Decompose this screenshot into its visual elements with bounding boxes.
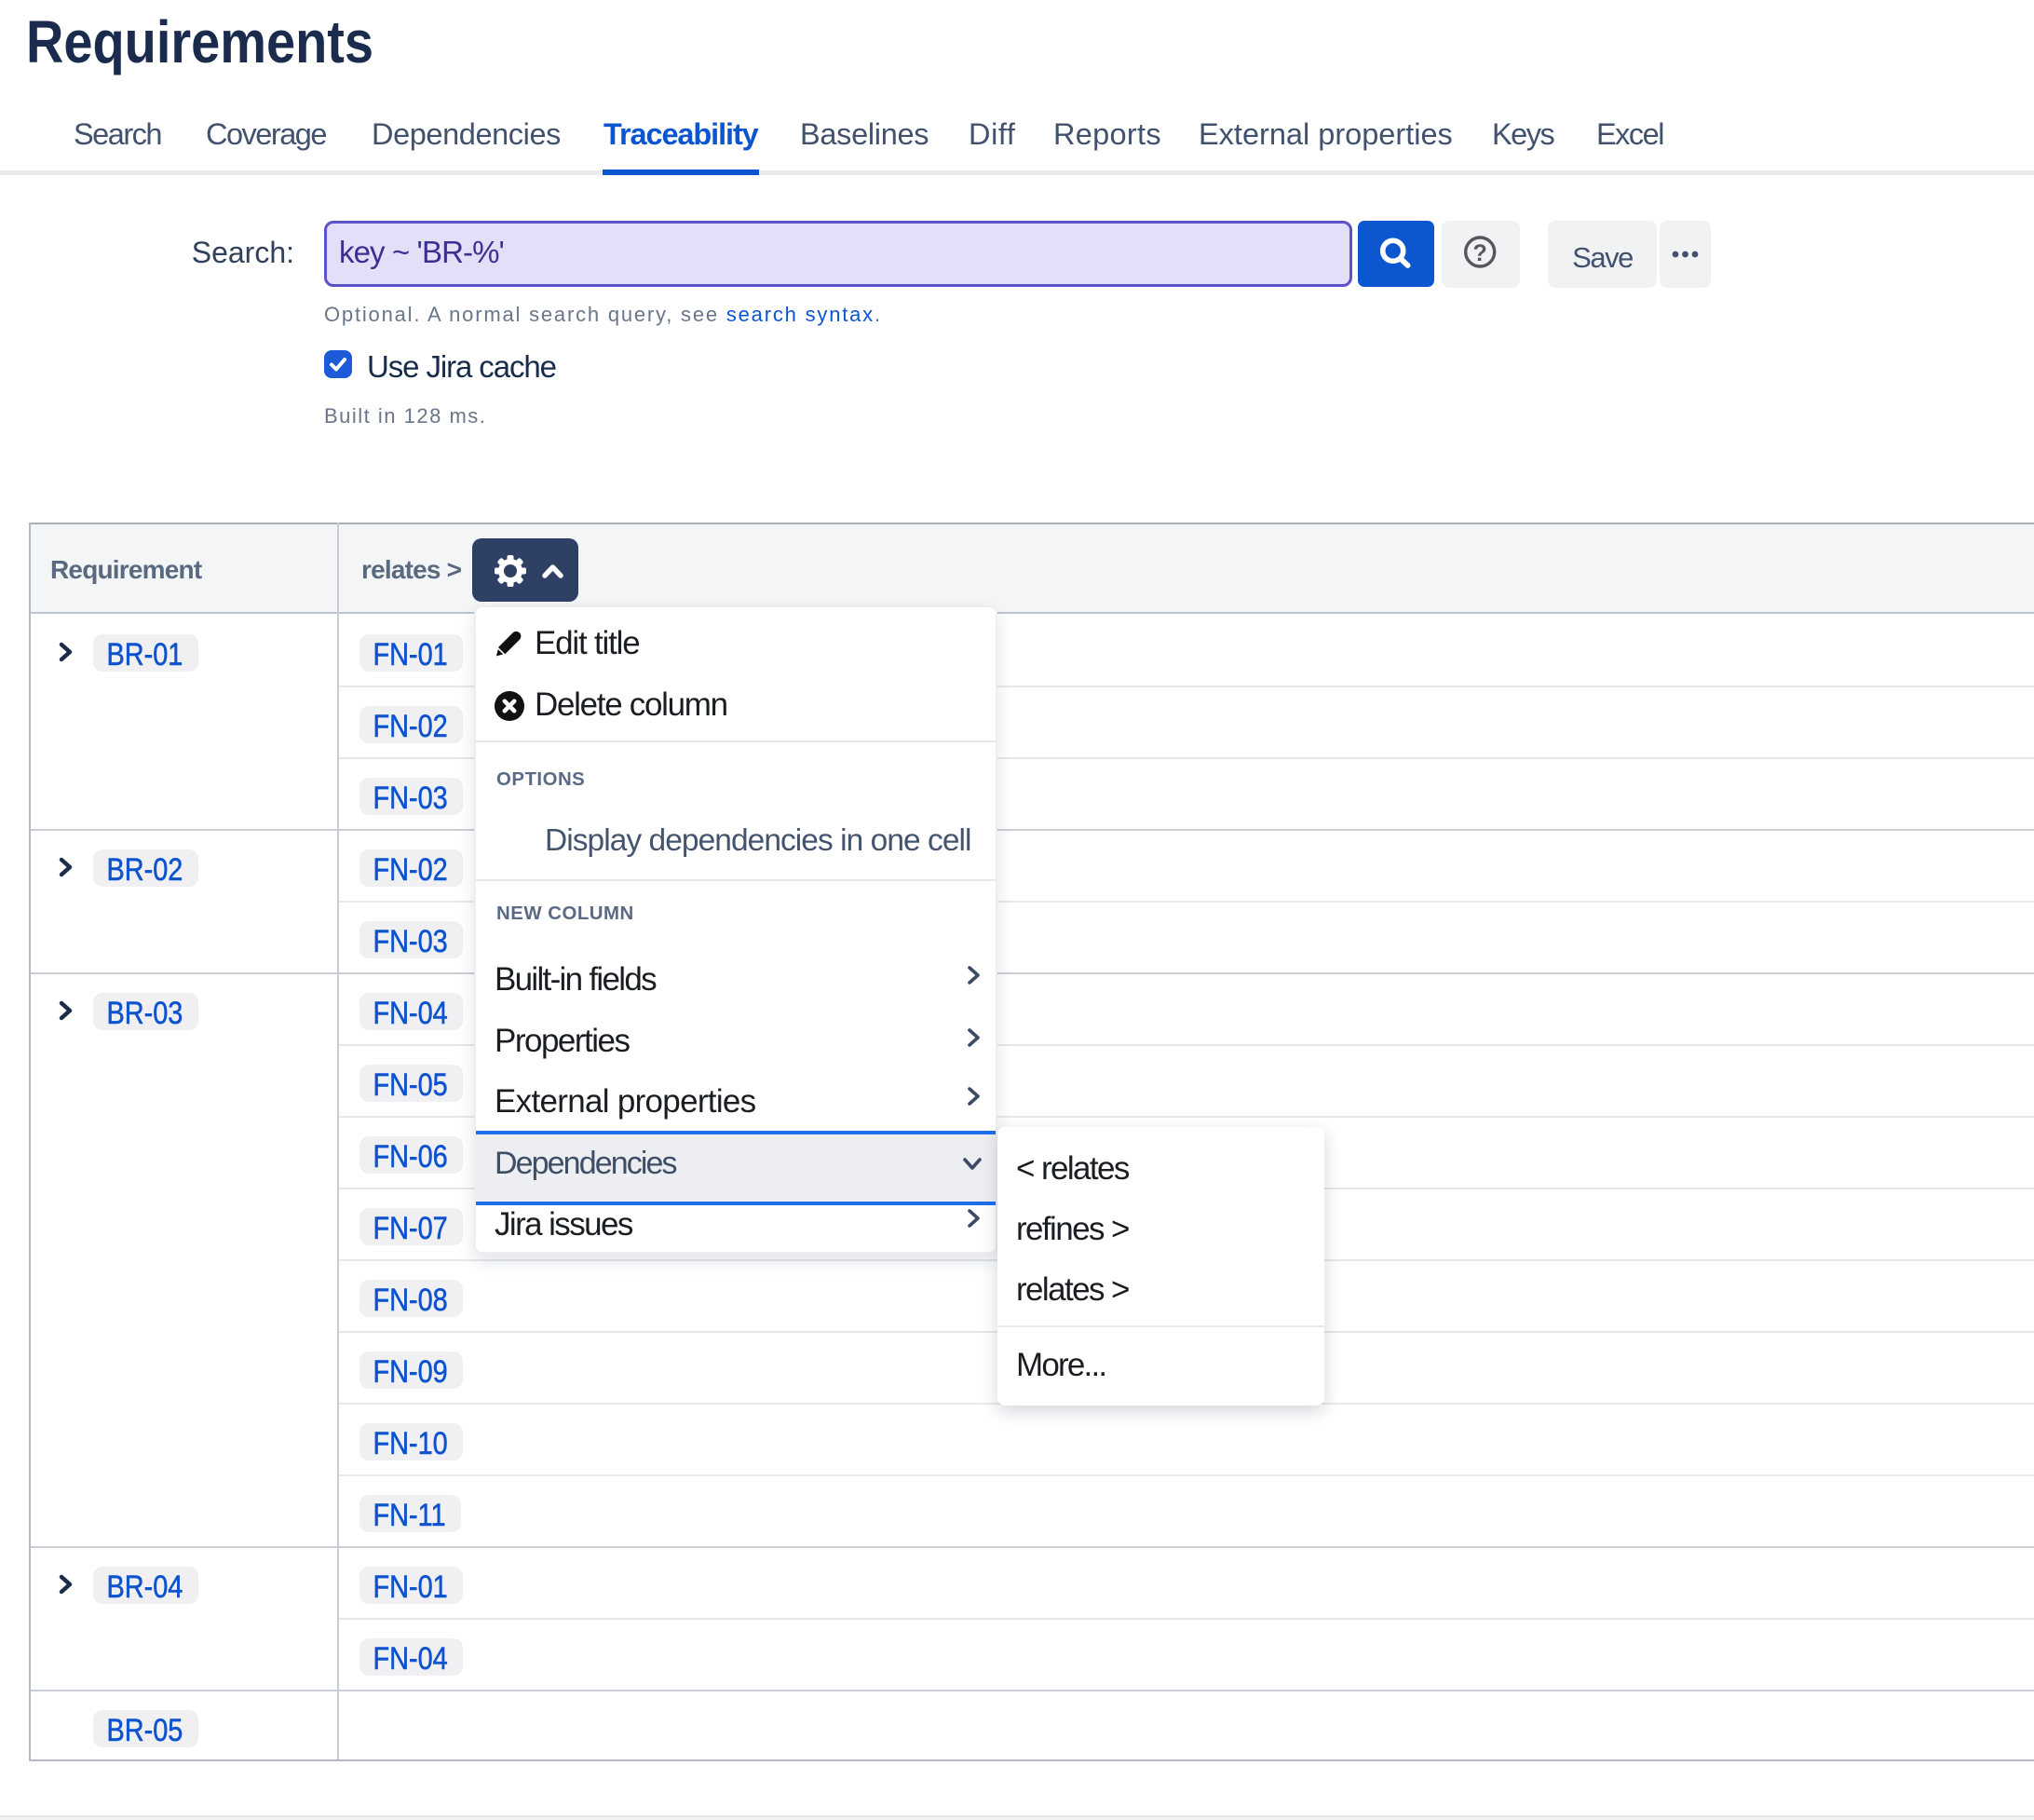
svg-text:?: ? xyxy=(1473,240,1487,266)
